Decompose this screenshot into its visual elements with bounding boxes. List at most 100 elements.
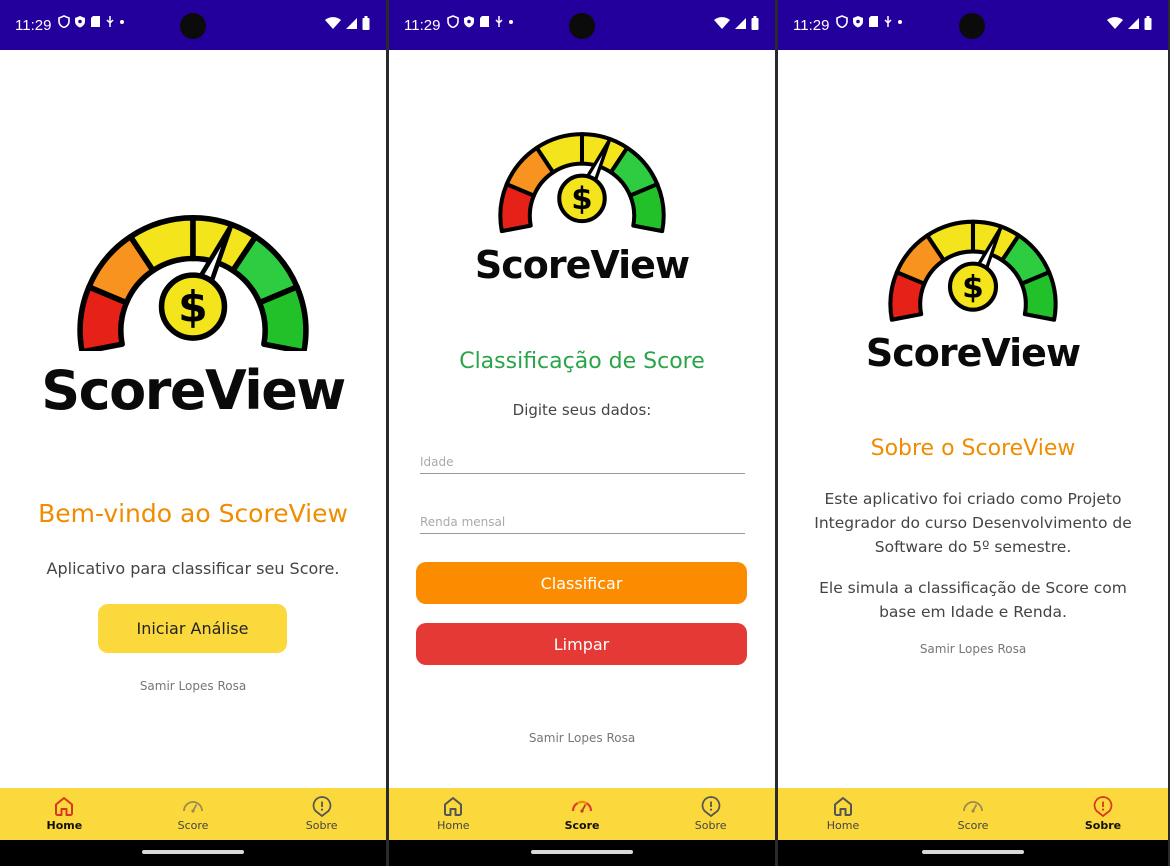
age-input[interactable]: [420, 455, 745, 473]
shield-filled-icon: [75, 16, 85, 28]
status-bar: 11:29: [389, 0, 775, 50]
nav-label-about: Sobre: [1084, 819, 1122, 832]
signal-icon: [346, 17, 357, 29]
nav-item-score[interactable]: Score: [908, 788, 1038, 840]
bottom-navigation: Home Score Sobre: [0, 788, 386, 840]
wifi-icon: [325, 16, 341, 29]
nav-item-home[interactable]: Home: [389, 788, 518, 840]
shield-icon: [447, 15, 459, 28]
dot-icon: [898, 19, 902, 24]
bottom-navigation: Home Score Sobre: [778, 788, 1168, 840]
notification-icons: [447, 15, 514, 28]
notification-icons: [58, 15, 125, 28]
notification-icons: [836, 15, 903, 28]
input-prompt: Digite seus dados:: [512, 401, 652, 419]
author-credit: Samir Lopes Rosa: [528, 731, 636, 745]
welcome-title: Bem-vindo ao ScoreView: [38, 499, 348, 528]
gauge-logo-icon: $: [77, 215, 309, 351]
brand-title: ScoreView: [41, 359, 346, 422]
camera-cutout: [569, 13, 595, 39]
nav-item-about[interactable]: Sobre: [1038, 788, 1168, 840]
about-paragraph-1: Este aplicativo foi criado como Projeto …: [814, 490, 1132, 556]
phone-screen-score: 11:29 $ ScoreView Classificação de Score…: [389, 0, 775, 866]
score-title: Classificação de Score: [459, 349, 705, 374]
battery-icon: [1144, 16, 1152, 30]
bottom-navigation: Home Score Sobre: [389, 788, 775, 840]
system-icons: [325, 16, 370, 30]
nav-label-home: Home: [826, 819, 860, 832]
nav-item-about[interactable]: Sobre: [646, 788, 775, 840]
start-analysis-button[interactable]: Iniciar Análise: [98, 604, 287, 653]
speedometer-icon: [963, 801, 983, 813]
shield-icon: [836, 15, 848, 28]
dollar-sign-icon: $: [178, 283, 208, 332]
home-icon: [55, 797, 74, 816]
phone-screen-home: 11:29 $ ScoreView Bem-vindo ao ScoreView…: [0, 0, 386, 866]
shield-filled-icon: [853, 16, 863, 28]
shield-filled-icon: [464, 16, 474, 28]
info-icon: [1093, 796, 1113, 817]
wifi-icon: [1107, 16, 1123, 29]
signal-icon: [735, 17, 746, 29]
gesture-bar: [778, 840, 1168, 866]
home-content: $ ScoreView Bem-vindo ao ScoreView Aplic…: [0, 50, 386, 788]
usb-icon: [495, 16, 503, 27]
sd-card-icon: [480, 16, 489, 27]
usb-icon: [884, 16, 892, 27]
phone-screen-about: 11:29 $ ScoreView Sobre o ScoreView Este…: [778, 0, 1168, 866]
gesture-bar: [389, 840, 775, 866]
system-icons: [714, 16, 759, 30]
gauge-logo-icon: $: [888, 219, 1058, 322]
gauge-logo-icon: $: [498, 132, 666, 234]
battery-icon: [362, 16, 370, 30]
classify-button[interactable]: Classificar: [416, 562, 747, 604]
speedometer-icon: [571, 800, 593, 813]
about-content: $ ScoreView Sobre o ScoreView Este aplic…: [778, 50, 1168, 788]
sd-card-icon: [91, 16, 100, 27]
camera-cutout: [959, 13, 985, 39]
income-field: [420, 513, 745, 534]
nav-label-score: Score: [177, 819, 209, 832]
status-time: 11:29: [793, 17, 830, 34]
gesture-bar: [0, 840, 386, 866]
status-bar: 11:29: [778, 0, 1168, 50]
nav-item-about[interactable]: Sobre: [257, 788, 386, 840]
home-icon: [444, 797, 463, 816]
status-bar: 11:29: [0, 0, 386, 50]
status-time: 11:29: [15, 17, 52, 34]
info-icon: [312, 796, 331, 817]
usb-icon: [106, 16, 114, 27]
home-indicator[interactable]: [922, 850, 1024, 854]
nav-label-home: Home: [46, 819, 83, 832]
status-time: 11:29: [404, 17, 441, 34]
income-input[interactable]: [420, 515, 745, 533]
signal-icon: [1128, 17, 1139, 29]
clear-button[interactable]: Limpar: [416, 623, 747, 665]
nav-item-home[interactable]: Home: [778, 788, 908, 840]
battery-icon: [751, 16, 759, 30]
dollar-sign-icon: $: [571, 181, 592, 217]
speedometer-icon: [183, 801, 203, 813]
nav-item-home[interactable]: Home: [0, 788, 129, 840]
home-indicator[interactable]: [142, 850, 244, 854]
nav-item-score[interactable]: Score: [518, 788, 647, 840]
dot-icon: [509, 19, 513, 24]
nav-label-about: Sobre: [305, 819, 338, 832]
nav-label-home: Home: [437, 819, 470, 832]
score-content: $ ScoreView Classificação de Score Digit…: [389, 50, 775, 788]
author-credit: Samir Lopes Rosa: [919, 642, 1027, 656]
camera-cutout: [180, 13, 206, 39]
nav-item-score[interactable]: Score: [129, 788, 258, 840]
nav-label-score: Score: [957, 819, 989, 832]
brand-title: ScoreView: [865, 331, 1081, 375]
sd-card-icon: [869, 16, 878, 27]
system-icons: [1107, 16, 1152, 30]
author-credit: Samir Lopes Rosa: [139, 679, 247, 693]
info-icon: [701, 796, 720, 817]
shield-icon: [58, 15, 70, 28]
dot-icon: [120, 19, 124, 24]
home-indicator[interactable]: [531, 850, 633, 854]
wifi-icon: [714, 16, 730, 29]
brand-title: ScoreView: [474, 243, 690, 287]
about-title: Sobre o ScoreView: [870, 436, 1076, 461]
